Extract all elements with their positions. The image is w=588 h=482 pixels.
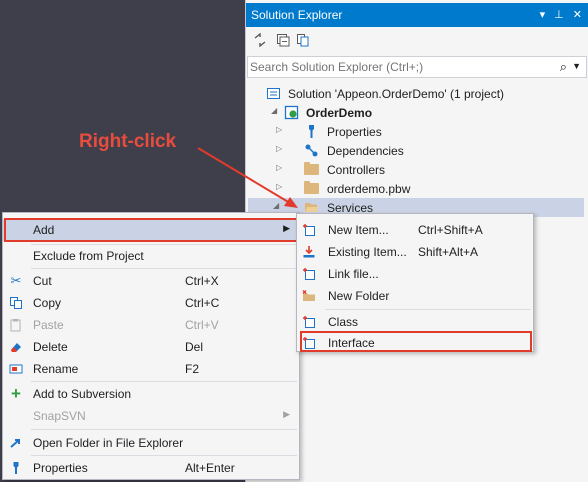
submenu-item-label: New Folder [328, 289, 390, 303]
menu-item-label: Rename [33, 362, 79, 376]
menu-item-label: Open Folder in File Explorer [33, 436, 184, 450]
rename-icon [9, 364, 23, 374]
paste-icon [10, 319, 21, 332]
folder-icon [304, 181, 319, 194]
submenu-item-new-folder[interactable]: New Folder [297, 285, 533, 307]
submenu-arrow-icon: ▶ [283, 409, 290, 419]
expanded-arrow-icon[interactable]: ◢ [271, 106, 277, 115]
tree-solution-node[interactable]: Solution 'Appeon.OrderDemo' (1 project) [264, 84, 584, 103]
copy-icon [10, 297, 22, 309]
sync-icon[interactable] [253, 33, 267, 47]
menu-item-shortcut: Del [185, 340, 204, 354]
csharp-project-icon [284, 105, 299, 120]
menu-item-add-to-subversion[interactable]: + Add to Subversion [3, 383, 299, 405]
tree-item-label: Dependencies [327, 144, 404, 158]
menu-item-label: Copy [33, 296, 62, 310]
solution-icon [267, 88, 280, 99]
search-icon[interactable]: ⌕ [560, 59, 567, 75]
tree-item-label: orderdemo.pbw [327, 182, 411, 196]
search-input[interactable] [250, 59, 540, 75]
submenu-item-label: Link file... [328, 267, 379, 281]
menu-item-shortcut: F2 [185, 362, 200, 376]
tree-item-label: Controllers [327, 163, 386, 177]
eraser-icon [11, 343, 21, 352]
menu-item-rename[interactable]: Rename F2 [3, 358, 299, 380]
chevron-down-icon[interactable]: ▼ [572, 61, 581, 71]
dependencies-icon [305, 144, 318, 157]
tree-project-node[interactable]: ◢ OrderDemo [268, 103, 584, 122]
submenu-item-existing-item[interactable]: Existing Item... Shift+Alt+A [297, 241, 533, 263]
show-all-files-icon[interactable] [296, 33, 310, 47]
submenu-item-shortcut: Shift+Alt+A [418, 245, 479, 259]
collapse-all-icon[interactable] [276, 33, 290, 47]
wrench-icon [309, 125, 314, 138]
collapsed-arrow-icon[interactable]: ▷ [276, 144, 282, 153]
link-file-icon [303, 268, 315, 280]
menu-item-label: Add to Subversion [33, 387, 132, 401]
search-box[interactable]: ⌕ ▼ [247, 56, 587, 78]
menu-item-delete[interactable]: Delete Del [3, 336, 299, 358]
panel-title: Solution Explorer [251, 8, 343, 22]
solution-label: Solution 'Appeon.OrderDemo' (1 project) [288, 87, 505, 101]
menu-item-label: Delete [33, 340, 68, 354]
submenu-item-shortcut: Ctrl+Shift+A [418, 223, 483, 237]
submenu-item-new-item[interactable]: New Item... Ctrl+Shift+A [297, 219, 533, 241]
tree-item-orderdemo-pbw[interactable]: ▷ orderdemo.pbw [276, 179, 584, 198]
submenu-item-label: Class [328, 315, 359, 329]
submenu-item-label: New Item... [328, 223, 389, 237]
tree-item-controllers[interactable]: ▷ Controllers [276, 160, 584, 179]
class-icon [303, 316, 315, 328]
open-folder-icon [10, 439, 20, 448]
menu-item-shortcut: Alt+Enter [185, 461, 235, 475]
menu-item-exclude-from-project[interactable]: Exclude from Project [3, 245, 299, 267]
new-item-icon [303, 224, 315, 236]
menu-separator [31, 455, 297, 456]
submenu-item-class[interactable]: Class [297, 311, 533, 333]
collapsed-arrow-icon[interactable]: ▷ [276, 163, 282, 172]
submenu-separator [325, 309, 531, 310]
tree-item-properties[interactable]: ▷ Properties [276, 122, 584, 141]
submenu-item-label: Existing Item... [328, 245, 407, 259]
menu-separator [31, 429, 297, 430]
submenu-item-link-file[interactable]: Link file... [297, 263, 533, 285]
tree-item-dependencies[interactable]: ▷ Dependencies [276, 141, 584, 160]
existing-item-icon [303, 246, 315, 258]
menu-item-shortcut: Ctrl+X [185, 274, 219, 288]
menu-item-open-folder-in-file-explorer[interactable]: Open Folder in File Explorer [3, 432, 299, 454]
tree-item-label: Properties [327, 125, 382, 139]
menu-item-copy[interactable]: Copy Ctrl+C [3, 292, 299, 314]
context-menu: Add ▶ Exclude from Project ✂ Cut Ctrl+X … [2, 212, 300, 480]
menu-item-properties[interactable]: Properties Alt+Enter [3, 457, 299, 479]
menu-item-snapsvn[interactable]: SnapSVN ▶ [3, 405, 299, 427]
panel-window-buttons[interactable]: ▾ ⊥ ✕ [540, 8, 585, 21]
plus-icon: + [11, 384, 21, 403]
menu-separator [31, 268, 297, 269]
right-click-annotation: Right-click [79, 131, 177, 152]
collapsed-arrow-icon[interactable]: ▷ [276, 125, 282, 134]
wrench-icon [13, 462, 19, 474]
menu-item-label: Cut [33, 274, 52, 288]
folder-icon [304, 162, 319, 175]
menu-item-shortcut: Ctrl+V [185, 318, 219, 332]
project-label: OrderDemo [306, 106, 373, 120]
menu-item-shortcut: Ctrl+C [185, 296, 220, 310]
menu-item-label: Properties [33, 461, 88, 475]
menu-item-label: SnapSVN [33, 409, 86, 423]
add-highlight-box [4, 218, 298, 242]
menu-item-label: Exclude from Project [33, 249, 144, 263]
panel-toolbar [246, 28, 588, 54]
menu-item-paste[interactable]: Paste Ctrl+V [3, 314, 299, 336]
panel-title-bar: Solution Explorer ▾ ⊥ ✕ [246, 3, 588, 27]
menu-separator [31, 381, 297, 382]
menu-item-label: Paste [33, 318, 64, 332]
menu-item-cut[interactable]: ✂ Cut Ctrl+X [3, 270, 299, 292]
interface-highlight-box [300, 331, 532, 352]
collapsed-arrow-icon[interactable]: ▷ [276, 182, 282, 191]
scissors-icon: ✂ [10, 273, 22, 288]
new-folder-icon [302, 290, 315, 301]
expanded-arrow-icon[interactable]: ◢ [273, 201, 279, 210]
add-submenu: New Item... Ctrl+Shift+A Existing Item..… [296, 213, 534, 352]
